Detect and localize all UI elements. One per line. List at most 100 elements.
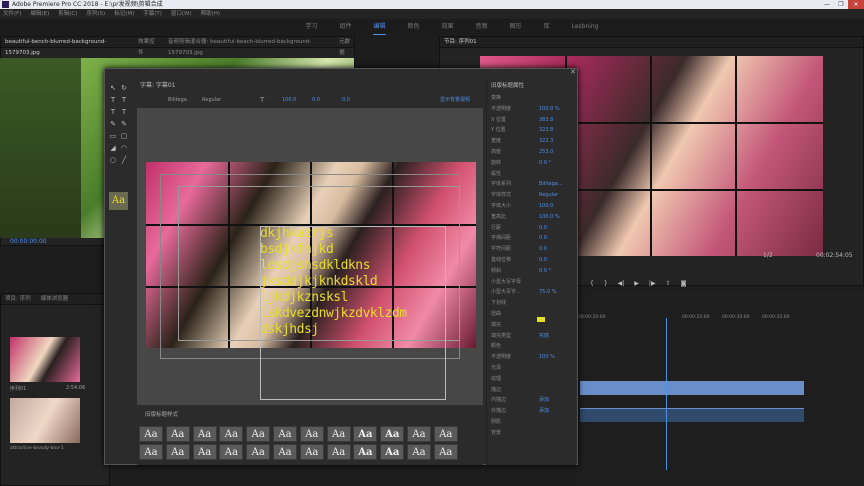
menu-sequence[interactable]: 序列(S) xyxy=(86,9,105,19)
style-swatch[interactable]: Aa xyxy=(407,444,431,460)
maximize-button[interactable]: ❐ xyxy=(834,0,848,9)
tab-program[interactable]: 节目: 序列01 xyxy=(444,37,477,47)
arc-tool-icon[interactable]: ◠ xyxy=(120,144,128,152)
workspace-graphics[interactable]: 图形 xyxy=(510,19,522,35)
property-value[interactable]: 253.0 xyxy=(539,148,553,156)
property-value[interactable]: Bilitega... xyxy=(539,180,563,188)
menu-edit[interactable]: 编辑(E) xyxy=(30,9,49,19)
tab-audio-mixer[interactable]: 音频剪辑混合器: beautiful-beach-blurred-backgro… xyxy=(168,37,329,56)
property-value[interactable]: 100.0 % xyxy=(539,105,560,113)
rotate-tool-icon[interactable]: ↻ xyxy=(120,84,128,92)
property-row[interactable]: 填充 xyxy=(491,321,501,329)
property-row[interactable]: 属性 xyxy=(491,170,501,178)
menu-clip[interactable]: 剪辑(C) xyxy=(58,9,77,19)
property-value[interactable]: 100 % xyxy=(539,353,555,361)
menu-help[interactable]: 帮助(H) xyxy=(201,9,220,19)
style-swatch[interactable]: Aa xyxy=(407,426,431,442)
property-row[interactable]: 颜色 xyxy=(491,342,501,350)
style-swatch[interactable]: Aa xyxy=(273,444,297,460)
property-row[interactable]: 字偶间距 0.0 xyxy=(491,234,547,242)
workspace-libraries[interactable]: 库 xyxy=(544,19,550,35)
property-row[interactable]: X 位置 383.8 xyxy=(491,116,553,124)
property-row[interactable]: 旋转 0.0 ° xyxy=(491,159,551,167)
style-swatch[interactable]: Aa xyxy=(380,444,405,460)
wedge-tool-icon[interactable]: ◢ xyxy=(109,144,117,152)
property-value[interactable]: 323.8 xyxy=(539,126,553,134)
lift-icon[interactable]: ⇪ xyxy=(666,280,671,288)
property-row[interactable]: 倾斜 0.0 ° xyxy=(491,267,551,275)
property-value[interactable]: Regular xyxy=(539,191,558,199)
camera-icon[interactable]: ◙ xyxy=(681,280,687,288)
anchor-tool-icon[interactable]: ✎ xyxy=(120,120,128,128)
timeline-ruler[interactable]: 00:00:20:00 00:00:25:00 00:00:30:00 00:0… xyxy=(578,315,804,321)
audio-clip[interactable] xyxy=(580,408,804,422)
property-value[interactable]: 100.0 xyxy=(539,202,553,210)
property-row[interactable]: 扭曲 xyxy=(491,310,501,318)
style-swatch[interactable]: Aa xyxy=(353,444,378,460)
property-row[interactable]: 字符间距 0.0 xyxy=(491,245,547,253)
property-row[interactable]: 宽高比 100.0 % xyxy=(491,213,560,221)
style-swatch[interactable]: Aa xyxy=(353,426,378,442)
vertical-type-tool-icon[interactable]: T xyxy=(120,96,128,104)
property-row[interactable]: 不透明度 100.0 % xyxy=(491,105,560,113)
step-back-icon[interactable]: ◀| xyxy=(618,280,625,288)
property-row[interactable]: 描边 xyxy=(491,386,501,394)
style-swatch[interactable]: Aa xyxy=(192,426,217,442)
style-preview[interactable]: Aa xyxy=(109,192,128,210)
style-swatch[interactable]: Aa xyxy=(139,426,163,442)
property-row[interactable]: 外描边 添加 xyxy=(491,407,549,415)
style-swatch[interactable]: Aa xyxy=(326,426,351,442)
tab-source[interactable]: beautiful-bench-blurred-background-15797… xyxy=(5,37,128,56)
workspace-color[interactable]: 颜色 xyxy=(408,19,420,35)
menu-marker[interactable]: 标记(M) xyxy=(114,9,134,19)
video-clip[interactable] xyxy=(580,381,804,395)
property-row[interactable]: 不透明度 100 % xyxy=(491,353,555,361)
property-value[interactable]: 0.0 ° xyxy=(539,159,551,167)
project-thumbnail[interactable] xyxy=(10,398,80,443)
style-swatch[interactable]: Aa xyxy=(299,444,324,460)
property-row[interactable]: 宽度 322.3 xyxy=(491,137,553,145)
property-row[interactable]: 小型大写字... 75.0 % xyxy=(491,288,556,296)
path-type-tool-icon[interactable]: T xyxy=(120,108,128,116)
font-style-select[interactable]: Regular xyxy=(202,93,221,107)
property-row[interactable]: 纹理 xyxy=(491,375,501,383)
mark-in-icon[interactable]: { xyxy=(590,280,594,288)
play-icon[interactable]: ▶ xyxy=(634,280,639,288)
tab-project[interactable]: 项目: 序列 xyxy=(5,294,31,304)
property-row[interactable]: 小型大写字母 xyxy=(491,278,521,286)
property-value[interactable]: 0.0 xyxy=(539,234,547,242)
style-swatch[interactable]: Aa xyxy=(139,444,163,460)
property-value[interactable]: 0.0 xyxy=(539,256,547,264)
tab-metadata[interactable]: 元数据 xyxy=(339,37,354,56)
close-button[interactable]: ✕ xyxy=(848,0,864,9)
menu-title[interactable]: 字幕(T) xyxy=(143,9,162,19)
property-value[interactable]: 实底 xyxy=(539,332,549,340)
playhead[interactable] xyxy=(666,318,667,470)
tab-effect-controls[interactable]: 效果控件 xyxy=(138,37,158,56)
program-zoom[interactable]: 1/2 xyxy=(763,252,773,259)
style-swatch[interactable]: Aa xyxy=(299,426,324,442)
step-forward-icon[interactable]: |▶ xyxy=(649,280,656,288)
workspace-learn[interactable]: 学习 xyxy=(305,19,317,35)
property-row[interactable]: 下划线 xyxy=(491,299,506,307)
property-row[interactable]: 高度 253.0 xyxy=(491,148,553,156)
style-swatch[interactable]: Aa xyxy=(246,444,271,460)
style-swatch[interactable]: Aa xyxy=(433,444,458,460)
property-row[interactable]: 变换 xyxy=(491,94,501,102)
area-type-tool-icon[interactable]: T xyxy=(109,108,117,116)
font-size-field[interactable]: 100.0 xyxy=(282,93,296,107)
project-thumbnail[interactable] xyxy=(10,337,80,382)
rounded-rect-tool-icon[interactable]: ▢ xyxy=(120,132,128,140)
type-tool-icon[interactable]: T xyxy=(109,96,117,104)
property-value[interactable]: 添加 xyxy=(539,396,549,404)
property-value[interactable]: 383.8 xyxy=(539,116,553,124)
dialog-close-button[interactable]: ✕ xyxy=(568,68,578,77)
property-row[interactable]: 背景 xyxy=(491,429,501,437)
style-swatch[interactable]: Aa xyxy=(246,426,271,442)
property-row[interactable]: 字体大小 100.0 xyxy=(491,202,553,210)
menu-window[interactable]: 窗口(W) xyxy=(171,9,192,19)
property-value[interactable]: 添加 xyxy=(539,407,549,415)
style-swatch[interactable]: Aa xyxy=(165,444,190,460)
ellipse-tool-icon[interactable]: ○ xyxy=(109,156,117,164)
property-value[interactable]: 100.0 % xyxy=(539,213,560,221)
